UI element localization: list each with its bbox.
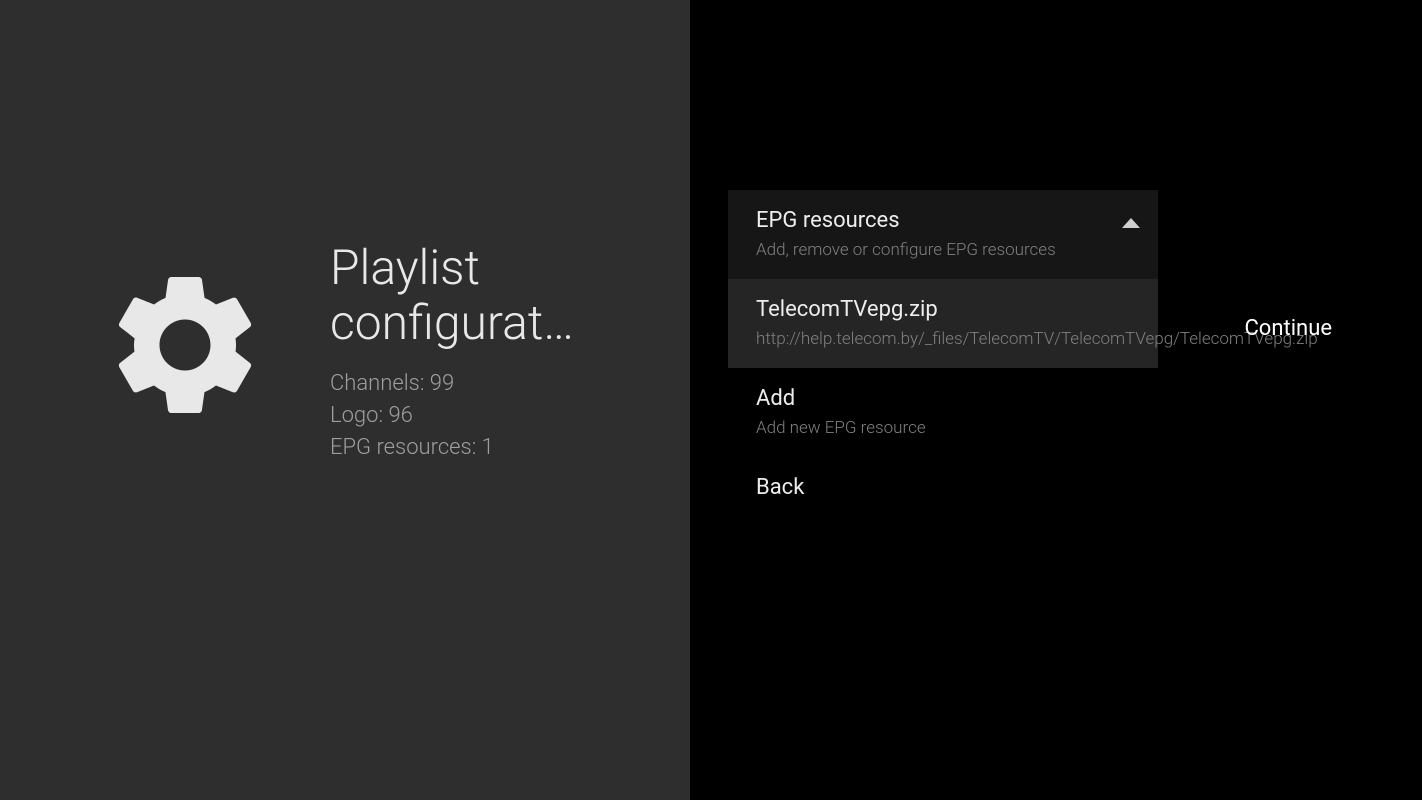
menu-item-add[interactable]: Add Add new EPG resource <box>728 368 1158 457</box>
chevron-up-icon <box>1122 218 1140 228</box>
gear-icon <box>100 260 270 434</box>
resource-title: TelecomTVepg.zip <box>756 297 1130 322</box>
add-subtitle: Add new EPG resource <box>756 417 1130 439</box>
back-title: Back <box>756 475 1130 500</box>
menu-panel: EPG resources Add, remove or configure E… <box>690 0 1422 800</box>
menu-item-back[interactable]: Back <box>728 457 1158 518</box>
stat-logo: Logo: 96 <box>330 400 670 432</box>
stat-channels: Channels: 99 <box>330 368 670 400</box>
page-title: Playlist configurat… <box>330 240 670 350</box>
add-title: Add <box>756 386 1130 411</box>
continue-button[interactable]: Continue <box>1244 316 1332 341</box>
menu-item-resource[interactable]: TelecomTVepg.zip http://help.telecom.by/… <box>728 279 1158 368</box>
resource-url: http://help.telecom.by/_files/TelecomTV/… <box>756 328 1130 350</box>
menu-header-title: EPG resources <box>756 208 1130 233</box>
menu-header-epg-resources[interactable]: EPG resources Add, remove or configure E… <box>728 190 1158 279</box>
info-panel: Playlist configurat… Channels: 99 Logo: … <box>0 0 690 800</box>
stat-epg: EPG resources: 1 <box>330 432 670 464</box>
menu-header-subtitle: Add, remove or configure EPG resources <box>756 239 1130 261</box>
